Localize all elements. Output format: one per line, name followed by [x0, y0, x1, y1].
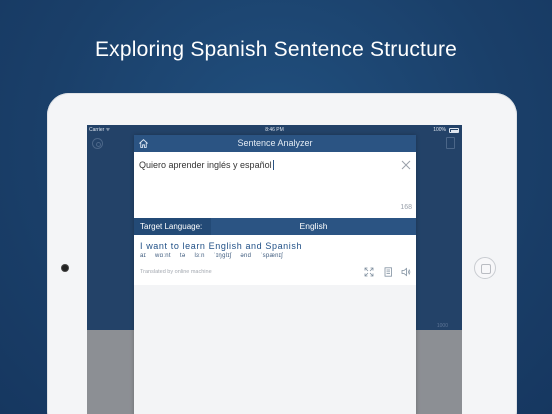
dialog-header: Sentence Analyzer [134, 135, 416, 152]
device-screen: Carrier ᯤ 8:46 PM 100% 1000 Sentence Ana… [87, 125, 462, 414]
camera-dot [62, 265, 68, 271]
status-battery-percent: 100% [433, 127, 446, 133]
phonetic-item: tə [179, 253, 186, 259]
phonetic-item: wɑːnt [155, 253, 171, 259]
expand-icon[interactable] [364, 267, 374, 277]
sentence-input-text: Quiero aprender inglés y español [139, 160, 274, 170]
close-icon[interactable] [401, 160, 411, 170]
dialog-empty-area [134, 285, 416, 414]
target-language-label: Target Language: [134, 218, 211, 235]
translation-words: I want to learn English and Spanish [140, 241, 303, 251]
document-icon[interactable] [383, 267, 393, 277]
machine-translation-note: Translated by online machine [140, 269, 212, 275]
phonetic-item: ənd [240, 253, 252, 259]
phonetic-item: aɪ [140, 253, 147, 259]
char-counter: 168 [400, 204, 412, 211]
device-home-button[interactable] [474, 257, 496, 279]
background-counter: 1000 [436, 323, 448, 329]
translation-result: I want to learn English and Spanish aɪ w… [134, 235, 416, 285]
sentence-analyzer-dialog: Sentence Analyzer Quiero aprender inglés… [134, 135, 416, 414]
speaker-icon[interactable] [401, 267, 411, 277]
phonetic-item: ˈɪŋglɪʃ [213, 253, 232, 259]
book-icon[interactable] [446, 137, 455, 149]
status-bar: Carrier ᯤ 8:46 PM 100% [87, 125, 462, 135]
phonetic-row: aɪ wɑːnt tə lɜːn ˈɪŋglɪʃ ənd ˈspænɪʃ [140, 253, 290, 259]
status-time: 8:46 PM [265, 127, 284, 133]
home-icon[interactable] [138, 138, 149, 149]
promo-headline: Exploring Spanish Sentence Structure [94, 38, 458, 61]
gear-icon[interactable] [92, 138, 103, 149]
target-language-bar: Target Language: English [134, 218, 416, 235]
phonetic-item: lɜːn [194, 253, 205, 259]
dialog-title: Sentence Analyzer [237, 138, 313, 148]
target-language-select[interactable]: English [211, 218, 416, 235]
phonetic-item: ˈspænɪʃ [260, 253, 283, 259]
battery-icon [449, 128, 459, 133]
sentence-input[interactable]: Quiero aprender inglés y español 168 [134, 152, 416, 216]
